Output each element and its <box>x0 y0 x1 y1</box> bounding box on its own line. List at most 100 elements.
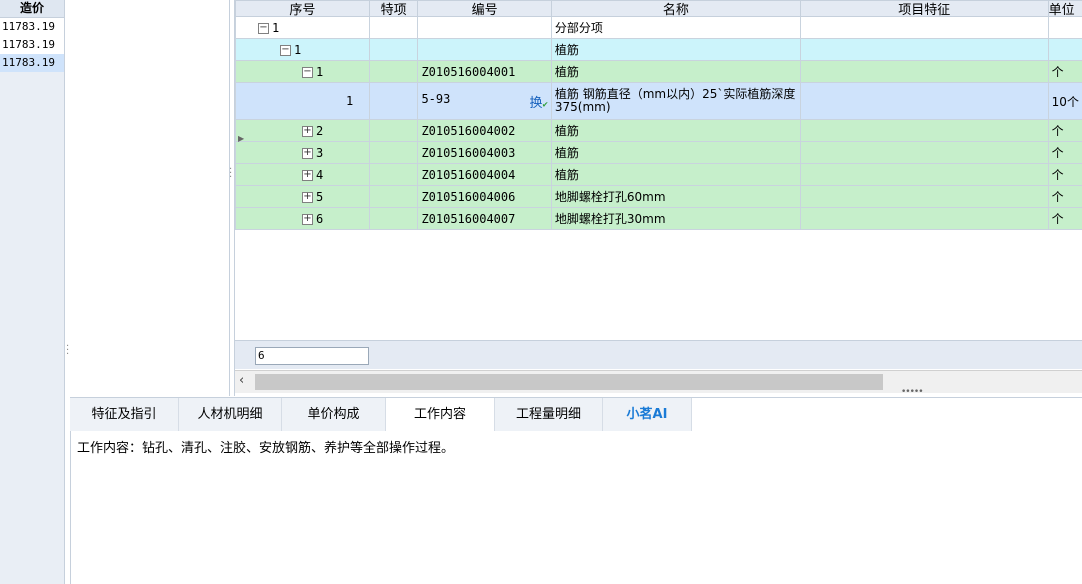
work-content-text[interactable]: 工作内容：钻孔、清孔、注胶、安放钢筋、养护等全部操作过程。 <box>77 437 454 456</box>
code-cell[interactable]: Z010516004007 <box>417 207 552 230</box>
feature-cell[interactable] <box>799 185 1049 208</box>
splitter-grip[interactable]: · · · <box>66 342 69 360</box>
seq-cell: 1 <box>346 94 354 108</box>
cost-column-header[interactable]: 造价 <box>0 0 64 18</box>
resize-grip-icon[interactable]: ••••• <box>901 387 924 397</box>
feature-cell[interactable] <box>799 207 1049 230</box>
special-cell[interactable] <box>368 185 419 208</box>
row-count-input[interactable]: 6 <box>255 347 369 365</box>
name-cell[interactable]: 地脚螺栓打孔60mm <box>550 185 801 208</box>
code-cell[interactable]: Z010516004003 <box>417 141 552 164</box>
feature-cell[interactable] <box>799 141 1049 164</box>
seq-cell: 2 <box>316 123 324 138</box>
column-header-special[interactable]: 特项 <box>368 0 419 17</box>
name-cell[interactable]: 植筋 钢筋直径（mm以内）25`实际植筋深度375(mm) <box>550 82 801 120</box>
unit-cell[interactable] <box>1047 38 1082 61</box>
tab-ai-assistant[interactable]: 小茗AI <box>603 398 692 431</box>
name-cell[interactable]: 植筋 <box>550 163 801 186</box>
table-row[interactable]: +4 Z010516004004 植筋 个 <box>235 163 1082 186</box>
seq-cell: 6 <box>316 211 324 226</box>
expand-toggle-icon[interactable]: + <box>302 191 313 203</box>
special-cell[interactable] <box>368 82 419 120</box>
feature-cell[interactable] <box>799 60 1049 83</box>
unit-cell[interactable]: 个 <box>1047 119 1082 142</box>
scrollbar-thumb[interactable] <box>255 374 883 390</box>
code-value: 5-93 <box>421 91 451 106</box>
work-content-panel: 工作内容：钻孔、清孔、注胶、安放钢筋、养护等全部操作过程。 <box>70 431 1082 584</box>
code-cell[interactable]: Z010516004004 <box>417 163 552 186</box>
feature-cell[interactable] <box>799 163 1049 186</box>
unit-cell[interactable]: 个 <box>1047 141 1082 164</box>
feature-cell[interactable] <box>799 16 1049 39</box>
seq-cell: 3 <box>316 145 324 160</box>
code-cell[interactable]: Z010516004002 <box>417 119 552 142</box>
table-row[interactable]: +6 Z010516004007 地脚螺栓打孔30mm 个 <box>235 207 1082 230</box>
special-cell[interactable] <box>368 60 419 83</box>
expand-toggle-icon[interactable]: + <box>302 213 313 225</box>
column-header-name[interactable]: 名称 <box>550 0 801 17</box>
name-cell[interactable]: 植筋 <box>550 141 801 164</box>
column-header-unit[interactable]: 单位 <box>1047 0 1082 17</box>
tab-unit-price[interactable]: 单价构成 <box>282 398 386 431</box>
expand-toggle-icon[interactable]: + <box>302 147 313 159</box>
name-cell[interactable]: 植筋 <box>550 60 801 83</box>
swap-icon[interactable]: 换✔ <box>529 92 547 111</box>
tab-quantity-detail[interactable]: 工程量明细 <box>495 398 603 431</box>
special-cell[interactable] <box>368 38 419 61</box>
expand-toggle-icon[interactable]: + <box>302 169 313 181</box>
special-cell[interactable] <box>368 16 419 39</box>
item-table: 序号 特项 编号 名称 项目特征 单位 −1 分部分项 −1 植筋 − 1 Z0… <box>235 0 1082 230</box>
tab-labor-material[interactable]: 人材机明细 <box>179 398 282 431</box>
item-grid: 序号 特项 编号 名称 项目特征 单位 −1 分部分项 −1 植筋 − 1 Z0… <box>234 0 1082 397</box>
code-cell[interactable]: Z010516004006 <box>417 185 552 208</box>
unit-cell[interactable]: 个 <box>1047 185 1082 208</box>
scroll-left-icon[interactable]: ‹ <box>239 373 244 388</box>
seq-cell: 1 <box>316 64 324 79</box>
table-row[interactable]: +5 Z010516004006 地脚螺栓打孔60mm 个 <box>235 185 1082 208</box>
table-row[interactable]: +2 Z010516004002 植筋 个 <box>235 119 1082 142</box>
table-row[interactable]: −1 植筋 <box>235 38 1082 61</box>
code-cell[interactable] <box>417 16 552 39</box>
unit-cell[interactable]: 10个 <box>1047 82 1082 120</box>
table-row[interactable]: −1 Z010516004001 植筋 个 <box>235 60 1082 83</box>
tab-features[interactable]: 特征及指引 <box>70 398 179 431</box>
feature-cell[interactable] <box>799 119 1049 142</box>
special-cell[interactable] <box>368 163 419 186</box>
cost-cell[interactable]: 11783.19 <box>0 18 64 36</box>
splitter-grip[interactable]: · · · <box>229 165 232 183</box>
footer-bar: 6 <box>235 340 1082 369</box>
column-header-seq[interactable]: 序号 <box>235 0 370 17</box>
feature-cell[interactable] <box>799 38 1049 61</box>
name-cell[interactable]: 植筋 <box>550 119 801 142</box>
column-header-feature[interactable]: 项目特征 <box>799 0 1049 17</box>
name-cell[interactable]: 分部分项 <box>550 16 801 39</box>
table-row-selected[interactable]: 1 5-93 换✔ 植筋 钢筋直径（mm以内）25`实际植筋深度375(mm) 1… <box>235 82 1082 120</box>
code-cell[interactable]: 5-93 换✔ <box>417 82 552 120</box>
unit-cell[interactable]: 个 <box>1047 163 1082 186</box>
seq-cell: 1 <box>294 42 302 57</box>
special-cell[interactable] <box>368 207 419 230</box>
unit-cell[interactable] <box>1047 16 1082 39</box>
cost-cell-selected[interactable]: 11783.19 <box>0 54 64 72</box>
tab-work-content[interactable]: 工作内容 <box>386 398 495 432</box>
expand-toggle-icon[interactable]: + <box>302 125 313 137</box>
table-row[interactable]: −1 分部分项 <box>235 16 1082 39</box>
table-row[interactable]: +3 Z010516004003 植筋 个 <box>235 141 1082 164</box>
collapse-toggle-icon[interactable]: − <box>302 66 313 78</box>
collapse-toggle-icon[interactable]: − <box>280 44 291 56</box>
special-cell[interactable] <box>368 141 419 164</box>
unit-cell[interactable]: 个 <box>1047 207 1082 230</box>
horizontal-scrollbar[interactable]: ‹ ••••• <box>235 370 1082 397</box>
code-cell[interactable]: Z010516004001 <box>417 60 552 83</box>
unit-cell[interactable]: 个 <box>1047 60 1082 83</box>
middle-pane <box>70 0 230 396</box>
seq-cell: 1 <box>272 20 280 35</box>
feature-cell[interactable] <box>799 82 1049 120</box>
collapse-toggle-icon[interactable]: − <box>258 22 269 34</box>
column-header-code[interactable]: 编号 <box>417 0 552 17</box>
code-cell[interactable] <box>417 38 552 61</box>
name-cell[interactable]: 地脚螺栓打孔30mm <box>550 207 801 230</box>
cost-cell[interactable]: 11783.19 <box>0 36 64 54</box>
special-cell[interactable] <box>368 119 419 142</box>
name-cell[interactable]: 植筋 <box>550 38 801 61</box>
